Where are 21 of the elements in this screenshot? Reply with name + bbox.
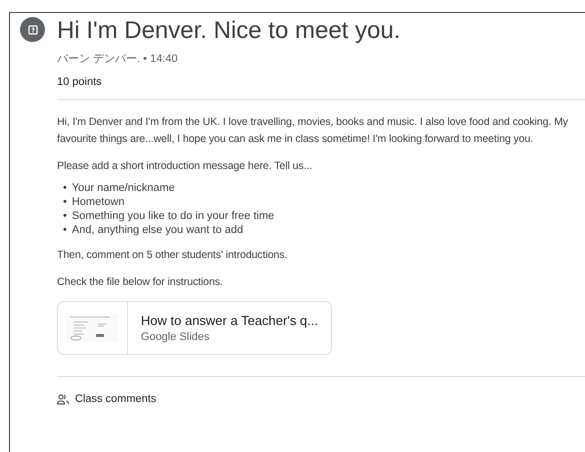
class-comments-label: Class comments [75,393,156,405]
bullet-marker: • [63,195,67,209]
post-title: Hi I'm Denver. Nice to meet you. [57,17,402,45]
intro-paragraph: Hi, I'm Denver and I'm from the UK. I love travelling, movies, books and music. I also love food and cooking. My favourite things are...well, I hope you can ask me in class sometime! I'm looking forward to meeting you. [57,115,569,147]
bullet-marker: • [63,181,67,195]
post-meta: バーン デンバー. • 14:40 [57,52,179,66]
attachment-type: Google Slides [140,331,210,343]
bullet-item: Something you like to do in your free time [72,209,274,223]
attachment-card[interactable]: How to answer a Teacher's q... Google Slides [57,301,332,355]
bullet-marker: • [63,209,67,223]
attachment-title: How to answer a Teacher's q... [140,313,318,328]
bullet-marker: • [63,223,67,237]
bullet-item: Hometown [72,195,124,209]
bullet-item: Your name/nickname [72,181,175,195]
points-label: 10 points [57,76,103,88]
people-icon [57,394,69,404]
assignment-icon [20,17,45,42]
prompt-text: Please add a short introduction message here. Tell us... [57,159,314,174]
instruction-text: Then, comment on 5 other students' introductions. [57,248,288,263]
instruction-text: Check the file below for instructions. [57,275,224,290]
bullet-item: And, anything else you want to add [72,223,244,237]
